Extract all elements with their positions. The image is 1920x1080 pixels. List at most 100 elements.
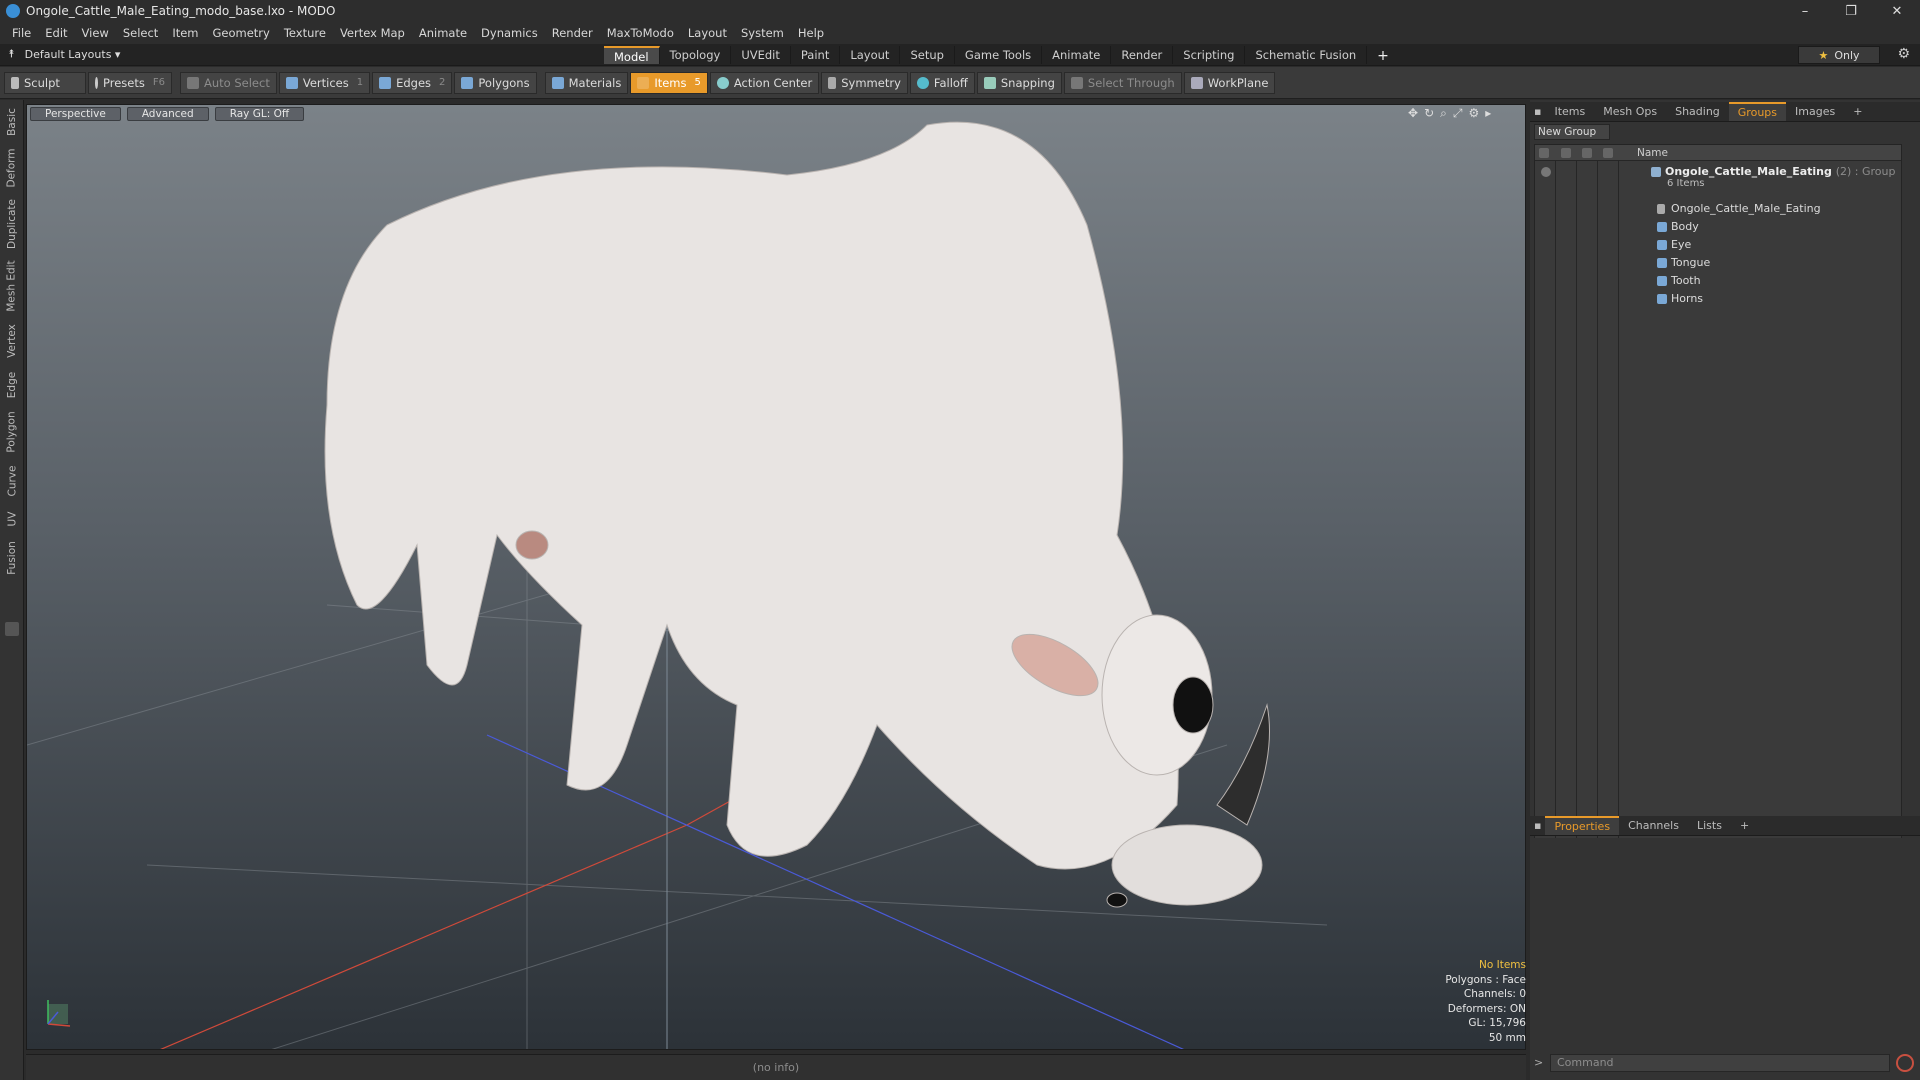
tree-item-root-locator[interactable]: Ongole_Cattle_Male_Eating [1535,200,1901,218]
menu-system[interactable]: System [741,26,784,40]
render-column-icon[interactable] [1561,148,1571,158]
add-panel-tab-icon[interactable]: + [1844,103,1871,120]
polygons-info: Polygons : Face [1445,973,1526,986]
tab-groups[interactable]: Groups [1728,102,1787,121]
tab-uvedit[interactable]: UVEdit [731,46,791,64]
tool-panel-toggle[interactable] [5,622,19,636]
zoom-icon[interactable]: ⌕ [1440,106,1447,121]
minimize-icon[interactable]: – [1782,0,1828,22]
edges-button[interactable]: Edges 2 [372,71,453,94]
layout-toggle-icon[interactable]: ⯭ [8,47,15,61]
tree-item-tooth[interactable]: Tooth [1535,272,1901,290]
presets-button[interactable]: Presets F6 [88,71,172,94]
menu-animate[interactable]: Animate [419,26,467,40]
tree-item-horns[interactable]: Horns [1535,290,1901,308]
add-tab-icon[interactable]: + [1367,46,1399,64]
menu-file[interactable]: File [12,26,31,40]
panel-grip-icon[interactable]: ▪ [1530,817,1545,834]
lock-column-icon[interactable] [1582,148,1592,158]
workplane-button[interactable]: WorkPlane [1183,71,1276,94]
snapping-button[interactable]: Snapping [976,71,1062,94]
close-icon[interactable]: ✕ [1874,0,1920,22]
tree-item-eye[interactable]: Eye [1535,236,1901,254]
items-button[interactable]: Items 5 [630,71,708,94]
tab-topology[interactable]: Topology [660,46,732,64]
vtab-deform[interactable]: Deform [0,146,24,190]
tree-item-tongue[interactable]: Tongue [1535,254,1901,272]
tab-items[interactable]: Items [1545,103,1594,120]
select-column-icon[interactable] [1603,148,1613,158]
menu-view[interactable]: View [82,26,109,40]
polygons-button[interactable]: Polygons [454,71,537,94]
tab-mesh-ops[interactable]: Mesh Ops [1594,103,1666,120]
groups-tree[interactable]: Name Ongole_Cattle_Male_Eating (2) : Gro… [1534,144,1902,911]
tab-paint[interactable]: Paint [791,46,841,64]
only-button[interactable]: ★ Only [1798,46,1880,64]
vtab-curve[interactable]: Curve [0,462,24,500]
tab-lists[interactable]: Lists [1688,817,1731,834]
fit-icon[interactable]: ⤢ [1453,106,1463,121]
tab-properties[interactable]: Properties [1545,816,1620,835]
add-panel-tab-icon[interactable]: + [1731,817,1758,834]
action-center-button[interactable]: Action Center [709,71,820,94]
new-group-button[interactable]: New Group [1534,124,1610,140]
vtab-duplicate[interactable]: Duplicate [0,196,24,252]
vtab-edge[interactable]: Edge [0,368,24,402]
3d-viewport[interactable] [26,104,1526,1050]
vtab-uv[interactable]: UV [0,506,24,532]
tab-model[interactable]: Model [604,46,660,64]
visibility-column-icon[interactable] [1539,148,1549,158]
symmetry-button[interactable]: Symmetry [821,71,908,94]
vtab-vertex[interactable]: Vertex [0,320,24,362]
menu-render[interactable]: Render [552,26,593,40]
rotate-icon[interactable]: ↻ [1424,106,1434,121]
tab-layout[interactable]: Layout [840,46,901,64]
raygl-button[interactable]: Ray GL: Off [214,107,305,121]
sculpt-button[interactable]: Sculpt [4,71,86,94]
menu-geometry[interactable]: Geometry [213,26,270,40]
panel-grip-icon[interactable]: ▪ [1530,103,1545,120]
tree-item-body[interactable]: Body [1535,218,1901,236]
menu-maxtomodo[interactable]: MaxToModo [607,26,674,40]
tab-schematic-fusion[interactable]: Schematic Fusion [1245,46,1368,64]
vtab-basic[interactable]: Basic [0,104,24,140]
restore-icon[interactable]: ❐ [1828,0,1874,22]
materials-button[interactable]: Materials [544,71,629,94]
select-through-button[interactable]: Select Through [1063,71,1182,94]
menu-layout[interactable]: Layout [688,26,727,40]
viewport-menu-arrow-icon[interactable]: ▸ [1485,106,1491,121]
command-input[interactable]: Command [1550,1054,1890,1072]
menu-item[interactable]: Item [172,26,198,40]
tab-channels[interactable]: Channels [1619,817,1688,834]
menu-dynamics[interactable]: Dynamics [481,26,538,40]
vtab-mesh-edit[interactable]: Mesh Edit [0,258,24,314]
vertices-button[interactable]: Vertices 1 [278,71,371,94]
tab-images[interactable]: Images [1786,103,1844,120]
pan-icon[interactable]: ✥ [1408,106,1418,121]
group-row[interactable]: Ongole_Cattle_Male_Eating (2) : Group [1535,163,1901,181]
advanced-button[interactable]: Advanced [126,107,209,121]
tab-game-tools[interactable]: Game Tools [955,46,1043,64]
command-history-button[interactable] [1896,1054,1914,1072]
menu-texture[interactable]: Texture [284,26,326,40]
menu-vertex-map[interactable]: Vertex Map [340,26,405,40]
tab-setup[interactable]: Setup [900,46,955,64]
vtab-fusion[interactable]: Fusion [0,538,24,578]
tab-scripting[interactable]: Scripting [1173,46,1246,64]
tab-shading[interactable]: Shading [1666,103,1729,120]
name-column-header[interactable]: Name [1637,147,1668,159]
tab-animate[interactable]: Animate [1042,46,1112,64]
menu-edit[interactable]: Edit [45,26,67,40]
gear-icon[interactable]: ⚙ [1897,46,1910,62]
viewport-scene [27,121,1328,1049]
viewport-gear-icon[interactable]: ⚙ [1468,106,1479,121]
vtab-polygon[interactable]: Polygon [0,408,24,456]
auto-select-button[interactable]: Auto Select [180,71,277,94]
layouts-dropdown[interactable]: ⯭ Default Layouts ▾ [8,47,120,61]
perspective-button[interactable]: Perspective [30,107,121,121]
menu-select[interactable]: Select [123,26,158,40]
falloff-button[interactable]: Falloff [909,71,975,94]
eye-icon[interactable] [1541,167,1551,177]
tab-render[interactable]: Render [1111,46,1174,64]
menu-help[interactable]: Help [798,26,824,40]
